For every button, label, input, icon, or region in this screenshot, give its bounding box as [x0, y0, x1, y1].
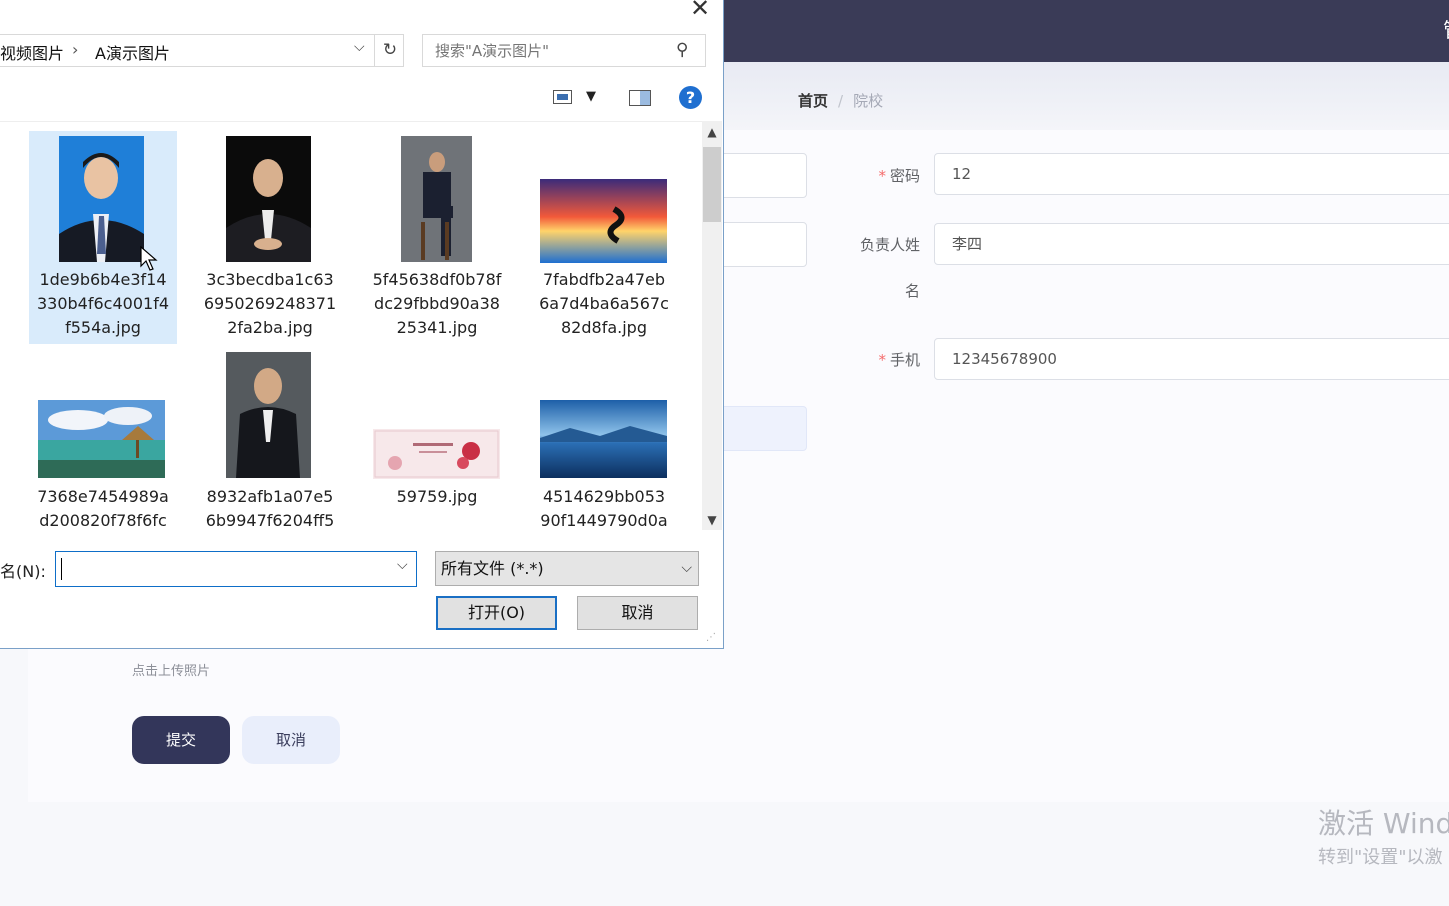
file-name: f554a.jpg	[65, 318, 141, 337]
phone-input[interactable]: 12345678900	[934, 338, 1449, 380]
file-name: 82d8fa.jpg	[561, 318, 647, 337]
breadcrumb: 首页 / 院校	[798, 90, 883, 111]
landscape-thumbnail	[38, 400, 165, 478]
scroll-thumb[interactable]	[703, 147, 721, 222]
file-name: 330b4f6c4001f4	[36, 294, 169, 313]
owner-name-input[interactable]: 李四	[934, 223, 1449, 265]
password-label: * 密码	[878, 167, 920, 185]
landscape-thumbnail	[540, 400, 667, 478]
file-item[interactable]: 7368e7454989a d200820f78f6fc	[28, 350, 178, 531]
file-name: 6a7d4ba6a567c	[539, 294, 669, 313]
file-item[interactable]: 1de9b6b4e3f14 330b4f6c4001f4 f554a.jpg	[28, 122, 178, 352]
file-name: 7368e7454989a	[37, 487, 169, 506]
filetype-value: 所有文件 (*.*)	[441, 559, 544, 578]
search-input[interactable]	[422, 34, 706, 67]
view-mode-icon[interactable]	[553, 90, 572, 104]
scroll-down-icon[interactable]: ▼	[702, 513, 722, 527]
breadcrumb-home[interactable]: 首页	[798, 90, 828, 111]
landscape-thumbnail	[540, 179, 667, 263]
dialog-cancel-button[interactable]: 取消	[577, 596, 698, 630]
chevron-down-icon: ⌵	[681, 560, 692, 576]
file-item[interactable]: 59759.jpg	[362, 350, 512, 531]
user-menu-icon[interactable]: 管	[1443, 14, 1449, 43]
cancel-button[interactable]: 取消	[242, 716, 340, 764]
portrait-thumbnail	[226, 136, 311, 262]
file-name: 6950269248371	[203, 294, 337, 313]
file-list-scrollbar[interactable]: ▲ ▼	[702, 121, 722, 530]
upload-hint: 点击上传照片	[132, 664, 211, 679]
phone-label: * 手机	[878, 351, 920, 369]
scroll-up-icon[interactable]: ▲	[702, 125, 722, 139]
close-icon[interactable]: ✕	[690, 0, 710, 22]
password-input[interactable]: 12	[934, 153, 1449, 195]
path-segment-parent[interactable]: 视频图片	[0, 40, 64, 64]
breadcrumb-separator: /	[838, 91, 844, 110]
file-name: 25341.jpg	[396, 318, 478, 337]
file-name: 7fabdfb2a47eb	[542, 270, 666, 289]
file-open-dialog: ✕ 视频图片 › A演示图片 ⌵ ↻ ⚲ ▼ ? 1de9b6b4e3f14 3…	[0, 0, 724, 649]
owner-name-label: 负责人姓	[859, 236, 920, 254]
file-name: 3c3becdba1c63	[206, 270, 334, 289]
owner-name-label-2: 名	[904, 282, 920, 300]
portrait-thumbnail	[401, 136, 472, 262]
file-name: 2fa2ba.jpg	[227, 318, 313, 337]
breadcrumb-current: 院校	[853, 92, 884, 110]
help-icon[interactable]: ?	[679, 86, 702, 109]
file-list: 1de9b6b4e3f14 330b4f6c4001f4 f554a.jpg 3…	[0, 121, 702, 531]
file-name: d200820f78f6fc	[39, 511, 167, 530]
file-name: 8932afb1a07e5	[206, 487, 334, 506]
file-name: 5f45638df0b78f	[372, 270, 502, 289]
file-name: 6b9947f6204ff5	[205, 511, 335, 530]
file-item[interactable]: 4514629bb053 90f1449790d0a	[529, 350, 679, 531]
search-icon[interactable]: ⚲	[676, 40, 688, 60]
submit-button[interactable]: 提交	[132, 716, 230, 764]
file-item[interactable]: 8932afb1a07e5 6b9947f6204ff5	[195, 350, 345, 531]
chevron-down-icon[interactable]: ⌵	[354, 39, 365, 55]
view-dropdown-icon[interactable]: ▼	[586, 89, 596, 104]
filename-label: 名(N):	[0, 562, 46, 581]
address-bar[interactable]: 视频图片 › A演示图片 ⌵ ↻	[0, 34, 404, 67]
text-caret	[61, 558, 62, 580]
file-item[interactable]: 7fabdfb2a47eb 6a7d4ba6a567c 82d8fa.jpg	[529, 122, 679, 352]
activation-watermark-sub: 转到"设置"以激	[1318, 847, 1443, 868]
portrait-thumbnail	[59, 136, 144, 262]
filename-input[interactable]: ⌵	[55, 551, 417, 587]
filetype-select[interactable]: 所有文件 (*.*) ⌵	[435, 551, 699, 586]
file-item[interactable]: 5f45638df0b78f dc29fbbd90a38 25341.jpg	[362, 122, 512, 352]
file-item[interactable]: 3c3becdba1c63 6950269248371 2fa2ba.jpg	[195, 122, 345, 352]
resize-grip-icon[interactable]: ⋰	[706, 632, 716, 643]
file-name: dc29fbbd90a38	[374, 294, 500, 313]
file-name: 59759.jpg	[396, 487, 478, 506]
chevron-down-icon[interactable]: ⌵	[397, 557, 408, 573]
wedding-card-thumbnail	[373, 429, 500, 479]
portrait-thumbnail	[226, 352, 311, 478]
chevron-right-icon: ›	[72, 40, 79, 59]
file-name: 90f1449790d0a	[540, 511, 668, 530]
path-segment-current[interactable]: A演示图片	[95, 40, 170, 64]
activation-watermark: 激活 Wind	[1318, 807, 1449, 840]
mouse-cursor-icon	[140, 246, 158, 271]
open-button[interactable]: 打开(O)	[436, 596, 557, 630]
refresh-icon[interactable]: ↻	[374, 35, 405, 66]
preview-pane-icon[interactable]	[629, 90, 651, 106]
file-name: 4514629bb053	[542, 487, 666, 506]
